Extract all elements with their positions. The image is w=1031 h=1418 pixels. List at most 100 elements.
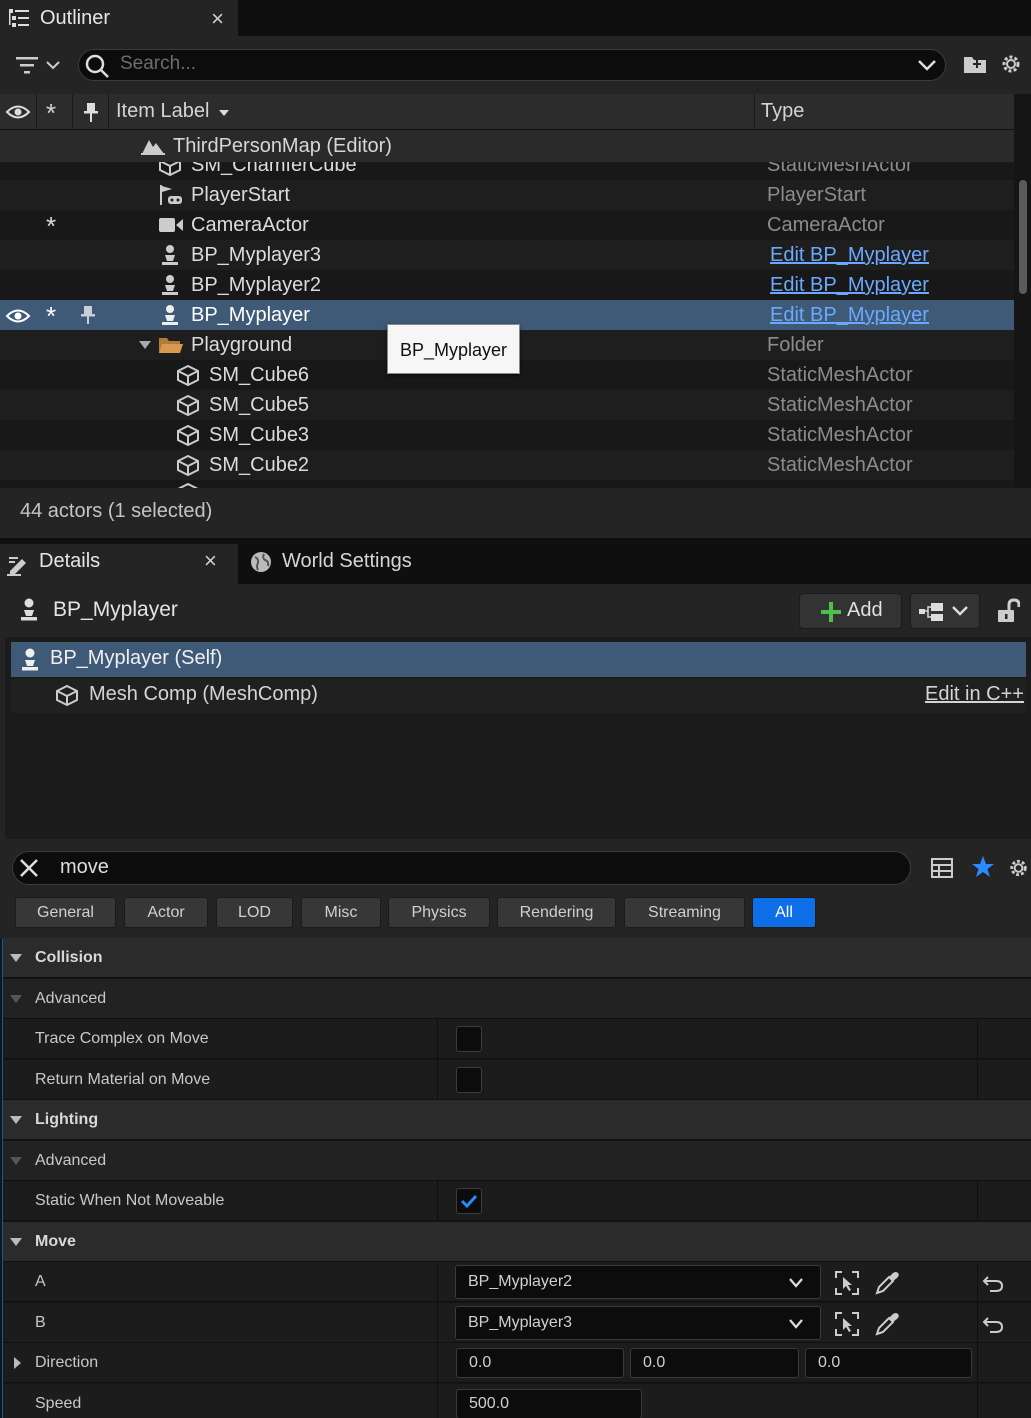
outliner-scrollbar-thumb[interactable] (1019, 180, 1027, 294)
reset-to-default-icon[interactable] (982, 1314, 1004, 1334)
component-mesh-row[interactable]: Mesh Comp (MeshComp) Edit in C++ (11, 679, 1026, 713)
column-splitter[interactable] (437, 1181, 438, 1221)
column-splitter (977, 1343, 978, 1383)
column-splitter[interactable] (437, 1343, 438, 1383)
select-actor-icon[interactable] (834, 1311, 860, 1337)
section-collision[interactable]: Collision (3, 938, 1031, 978)
outliner-close-icon[interactable]: × (211, 6, 224, 32)
pawn-icon (20, 648, 40, 672)
tree-row-playerstart[interactable]: PlayerStart PlayerStart (0, 180, 1014, 210)
unsaved-column-star[interactable]: * (46, 98, 56, 129)
details-close-icon[interactable]: × (204, 548, 217, 574)
world-root-label: ThirdPersonMap (Editor) (173, 135, 392, 157)
property-b-actor-picker[interactable]: BP_Myplayer3 (455, 1306, 821, 1340)
search-icon (84, 53, 110, 79)
category-misc[interactable]: Misc (301, 897, 381, 928)
section-move[interactable]: Move (3, 1222, 1031, 1262)
details-settings-gear-icon[interactable] (1006, 855, 1031, 881)
direction-z-input[interactable]: 0.0 (805, 1348, 972, 1378)
category-physics[interactable]: Physics (388, 897, 490, 928)
sort-dropdown-icon[interactable] (218, 108, 230, 118)
world-root-row[interactable]: ThirdPersonMap (Editor) (0, 130, 1014, 162)
subsection-label: Advanced (35, 1152, 107, 1169)
property-label: Return Material on Move (35, 1071, 211, 1088)
direction-y-input[interactable]: 0.0 (630, 1348, 799, 1378)
tree-row-sm-cube2[interactable]: SM_Cube2 StaticMeshActor (0, 450, 1014, 480)
static-when-not-moveable-checkbox[interactable] (456, 1188, 482, 1214)
blueprint-options-button[interactable] (910, 593, 980, 629)
type-column-header[interactable]: Type (761, 100, 804, 123)
column-splitter (977, 1303, 978, 1343)
category-general[interactable]: General (15, 897, 116, 928)
actor-pawn-icon (19, 598, 39, 622)
visibility-column-eye-icon[interactable] (5, 102, 31, 122)
mesh-icon (176, 394, 200, 416)
outliner-search-input[interactable] (78, 49, 946, 81)
details-search-input[interactable] (12, 851, 911, 885)
category-rendering[interactable]: Rendering (497, 897, 616, 928)
section-lighting[interactable]: Lighting (3, 1100, 1031, 1140)
add-component-button[interactable]: Add (799, 593, 902, 629)
edit-in-cpp-link[interactable]: Edit in C++ (925, 683, 1024, 706)
subsection-collision-advanced[interactable]: Advanced (3, 979, 1031, 1019)
tree-row-type: StaticMeshActor (767, 364, 913, 386)
item-label-column-header[interactable]: Item Label (116, 100, 209, 123)
direction-x-input[interactable]: 0.0 (456, 1348, 624, 1378)
add-folder-icon[interactable] (962, 52, 988, 76)
property-label: Static When Not Moveable (35, 1192, 225, 1209)
property-a: A BP_Myplayer2 (3, 1262, 1031, 1302)
tree-row-bp-myplayer2[interactable]: BP_Myplayer2 Edit BP_Myplayer (0, 270, 1014, 300)
column-splitter[interactable] (437, 1262, 438, 1302)
outliner-settings-gear-icon[interactable] (998, 51, 1024, 77)
chevron-down-icon (788, 1318, 804, 1330)
favorites-star-icon[interactable] (971, 855, 995, 879)
tree-row-partial-bottom[interactable] (0, 480, 1014, 488)
edit-blueprint-link[interactable]: Edit BP_Myplayer (770, 303, 929, 327)
tree-row-sm-cube3[interactable]: SM_Cube3 StaticMeshActor (0, 420, 1014, 450)
reset-to-default-icon[interactable] (982, 1273, 1004, 1293)
subsection-lighting-advanced[interactable]: Advanced (3, 1141, 1031, 1181)
select-actor-icon[interactable] (834, 1270, 860, 1296)
category-actor[interactable]: Actor (124, 897, 208, 928)
edit-blueprint-link[interactable]: Edit BP_Myplayer (770, 273, 929, 297)
table-view-icon[interactable] (930, 856, 954, 880)
component-self-label: BP_Myplayer (Self) (50, 647, 223, 669)
world-settings-tab[interactable]: World Settings (282, 550, 412, 573)
tree-row-label: CameraActor (191, 214, 309, 236)
column-splitter[interactable] (437, 1384, 438, 1418)
trace-complex-checkbox[interactable] (456, 1026, 482, 1052)
pin-column-icon[interactable] (82, 101, 100, 123)
edit-blueprint-link[interactable]: Edit BP_Myplayer (770, 243, 929, 267)
category-all-active[interactable]: All (752, 897, 816, 928)
world-icon (140, 136, 166, 156)
eyedropper-pick-icon[interactable] (874, 1311, 900, 1337)
expand-arrow-icon[interactable] (12, 1356, 22, 1370)
speed-input[interactable]: 500.0 (456, 1389, 642, 1418)
folder-expanded-arrow-icon[interactable] (138, 339, 152, 351)
filter-icon[interactable] (14, 54, 62, 76)
pin-icon[interactable] (80, 304, 96, 326)
eyedropper-pick-icon[interactable] (874, 1270, 900, 1296)
clear-search-x-icon[interactable] (19, 858, 39, 878)
column-splitter[interactable] (437, 1303, 438, 1343)
column-splitter[interactable] (437, 1060, 438, 1100)
property-a-value: BP_Myplayer2 (468, 1273, 573, 1290)
visibility-eye-icon[interactable] (5, 306, 31, 326)
property-a-actor-picker[interactable]: BP_Myplayer2 (455, 1265, 821, 1299)
tree-row-cameraactor[interactable]: * CameraActor CameraActor (0, 210, 1014, 240)
tree-row-sm-cube5[interactable]: SM_Cube5 StaticMeshActor (0, 390, 1014, 420)
return-material-checkbox[interactable] (456, 1067, 482, 1093)
details-pencil-icon (6, 553, 32, 577)
component-self-row[interactable]: BP_Myplayer (Self) (11, 642, 1026, 677)
tree-row-bp-myplayer3[interactable]: BP_Myplayer3 Edit BP_Myplayer (0, 240, 1014, 270)
column-splitter[interactable] (437, 1019, 438, 1059)
category-lod[interactable]: LOD (216, 897, 293, 928)
property-static-when-not-moveable: Static When Not Moveable (3, 1181, 1031, 1221)
category-streaming[interactable]: Streaming (624, 897, 745, 928)
lock-open-icon[interactable] (996, 598, 1020, 624)
outliner-tree[interactable]: SM_ChamferCube StaticMeshActor PlayerSta… (0, 130, 1014, 488)
property-direction: Direction 0.0 0.0 0.0 (3, 1343, 1031, 1383)
details-tab[interactable]: Details × (0, 544, 238, 584)
search-dropdown-chevron-icon[interactable] (916, 57, 938, 73)
outliner-tab[interactable]: Outliner × (0, 0, 238, 36)
